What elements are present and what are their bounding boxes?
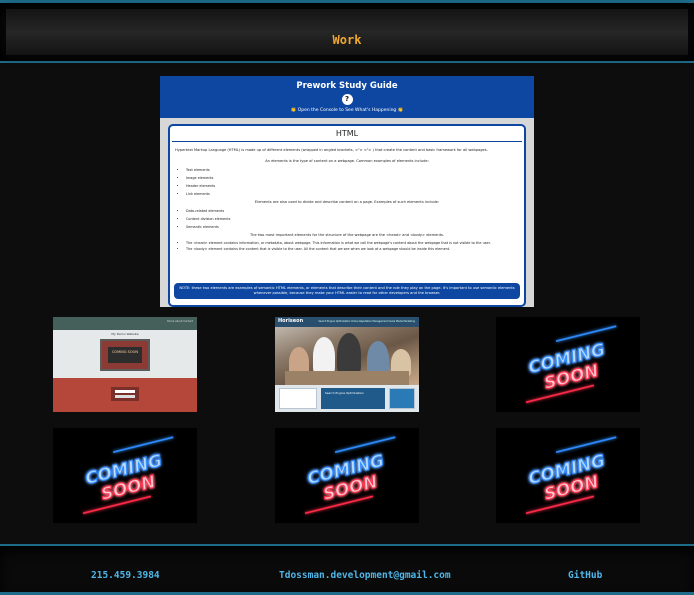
coming-soon-neon-art: COMINGSOON [526,436,617,515]
study-guide-subtitle: 👏 Open the Console to See What's Happeni… [290,108,404,113]
html-paragraph-2: An elements is the type of content on a … [265,159,429,163]
html-section-title: HTML [172,126,522,142]
semantic-note: NOTE: these two elements are examples of… [174,283,520,299]
portfolio-topbar: Home About Contact [53,317,197,330]
portfolio-contact [53,378,197,412]
study-guide-banner: Prework Study Guide ? 👏 Open the Console… [160,76,534,118]
list-item: Text elements [186,166,524,174]
featured-project-study-guide[interactable]: Prework Study Guide ? 👏 Open the Console… [160,76,534,307]
project-thumb-portfolio[interactable]: Home About Contact My Demo Website COMIN… [53,317,197,412]
list-item: Link elements [186,190,524,198]
neon-line-blue [555,325,617,343]
horiseon-feature-text: Search Engine Optimization [325,391,364,395]
project-thumb-coming-soon[interactable]: COMING SOON [53,428,197,523]
project-thumb-horiseon[interactable]: Horiseon Search Engine Optimization Onli… [275,317,419,412]
list-item: Content division elements [186,215,524,223]
coming-soon-neon-art: COMINGSOON [526,325,617,404]
list-item: Header elements [186,182,524,190]
list-item: Data-related elements [186,207,524,215]
portfolio-submit [115,395,135,398]
html-paragraph-3: Elements are also used to divide and des… [254,200,440,204]
html-section-card: HTML Hypertext Markup Language (HTML) is… [168,124,526,307]
portfolio-site-name: My Demo Website [111,332,139,336]
list-item: Semantic elements [186,223,524,231]
horiseon-hero-image [275,327,419,385]
horiseon-topbar: Horiseon Search Engine Optimization Onli… [275,317,419,327]
neon-line-blue [334,436,396,454]
person-shape [313,337,335,375]
project-thumb-coming-soon[interactable]: COMING SOON [496,317,640,412]
phone-link[interactable]: 215.459.3984 [91,570,160,581]
horiseon-feature: Search Engine Optimization [321,388,385,409]
page-title: Work [332,33,362,47]
list-item: The <body> element contains the content … [186,246,524,252]
email-link[interactable]: Tdossman.development@gmail.com [279,570,451,581]
element-list-2: Data-related elements Content division e… [170,207,524,231]
person-shape [337,333,361,375]
neon-line-blue [555,436,617,454]
portfolio-form [111,387,139,401]
project-thumb-coming-soon[interactable]: COMING SOON [496,428,640,523]
portfolio-input [115,390,135,393]
coming-soon-neon-art: COMINGSOON [305,436,396,515]
portfolio-hero: My Demo Website COMING SOON [53,330,197,378]
horiseon-card [389,388,415,409]
element-list-1: Text elements Image elements Header elem… [170,166,524,198]
portfolio-frame: COMING SOON [100,339,150,371]
coming-soon-neon-art: COMINGSOON [83,436,174,515]
html-paragraph-4: The two most important elements for the … [249,233,445,237]
page-header: Work [0,0,694,63]
horiseon-card [279,388,317,409]
portfolio-frame-text: COMING SOON [108,347,142,363]
page-footer: 215.459.3984 Tdossman.development@gmail.… [0,544,694,595]
list-item: Image elements [186,174,524,182]
header-panel: Work [6,9,688,55]
horiseon-brand: Horiseon [278,318,304,324]
horiseon-nav: Search Engine Optimization Online Reputa… [318,320,415,323]
element-list-3: The <head> element contains information,… [170,240,524,252]
project-thumb-coming-soon[interactable]: COMING SOON [275,428,419,523]
question-icon: ? [341,94,353,105]
portfolio-nav: Home About Contact [166,320,193,323]
study-guide-title: Prework Study Guide [296,81,398,91]
horiseon-content: Search Engine Optimization [275,385,419,412]
html-paragraph-1: Hypertext Markup Language (HTML) is made… [175,148,488,152]
table-shape [285,371,409,385]
neon-line-blue [112,436,174,454]
github-link[interactable]: GitHub [568,570,602,581]
